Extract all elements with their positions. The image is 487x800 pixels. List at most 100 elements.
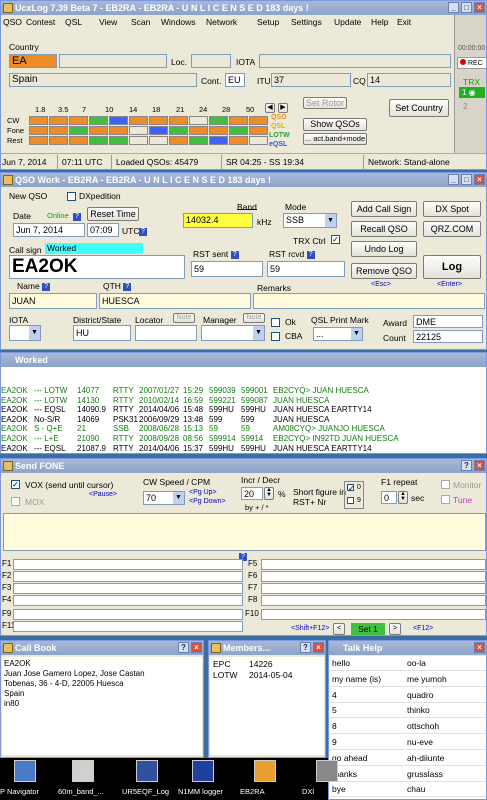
close-icon[interactable]: × [474,2,485,13]
band-cell[interactable] [129,126,148,135]
worked-row[interactable]: EA2OK --- EQSL 21087.9 RTTY 2014/04/06 15:37 5… [1,444,486,453]
incr-stepper-icon[interactable]: ▲ ▼ [264,487,274,500]
set-indicator[interactable]: Set 1 [351,623,385,635]
set-rotor-button[interactable]: Set Rotor [303,97,347,109]
prefix-extra-field[interactable] [59,54,167,68]
show-qsos-button[interactable]: Show QSOs [303,118,367,131]
fkey-field-f9[interactable] [13,609,243,620]
menu-item-setup[interactable]: Setup [257,17,279,27]
menu-item-qso[interactable]: QSO [3,17,22,27]
band-cell[interactable] [29,116,48,125]
fkey-field-f11[interactable] [13,621,243,632]
next-band-arrow-icon[interactable]: ▶ [278,103,288,113]
dropdown-arrow-icon[interactable]: ▼ [351,328,362,340]
menu-item-windows[interactable]: Windows [161,17,195,27]
band-cell[interactable] [109,126,128,135]
close-icon[interactable]: × [474,642,485,653]
band-cell[interactable] [169,116,188,125]
f1-repeat-field[interactable]: 0 [381,491,397,504]
time-field[interactable]: 07:09 [87,223,119,237]
worked-titlebar[interactable]: Worked [1,353,486,367]
cq-field[interactable]: 14 [367,73,451,87]
worked-row[interactable]: EA2OK --- EQSL 14090.9 RTTY 2014/04/06 15:48 5… [1,405,486,414]
recall-qso-button[interactable]: Recall QSO [351,221,417,237]
itu-field[interactable]: 37 [271,73,351,87]
add-call-sign-button[interactable]: Add Call Sign [351,201,417,217]
prev-band-arrow-icon[interactable]: ◀ [265,103,275,113]
short-figure-checkbox-1[interactable]: ✓ [347,484,355,493]
desktop-app-icon[interactable] [72,760,94,782]
band-cell[interactable] [49,116,68,125]
vox-checkbox[interactable]: ✓ [11,480,20,489]
fkey-field-f6[interactable] [261,571,486,582]
members-titlebar[interactable]: Members...? × [209,641,325,655]
help-icon[interactable]: ? [300,642,311,653]
menu-item-scan[interactable]: Scan [131,17,150,27]
band-cell[interactable] [249,136,268,145]
loc-field[interactable] [191,54,231,68]
desktop-app-icon[interactable] [192,760,214,782]
name-field[interactable]: JUAN [9,293,97,309]
band-cell[interactable] [189,126,208,135]
rec-button[interactable]: REC [457,57,486,69]
band-cell[interactable] [129,136,148,145]
qsl-print-mark-select[interactable]: ... ▼ [313,327,363,341]
band-cell[interactable] [149,126,168,135]
maximize-icon[interactable]: □ [461,2,472,13]
iota-main-field[interactable] [259,54,451,68]
menu-item-contest[interactable]: Contest [26,17,55,27]
menu-item-network[interactable]: Network [206,17,237,27]
reset-time-button[interactable]: Reset Time [87,207,139,221]
band-cell[interactable] [189,116,208,125]
band-cell[interactable] [69,126,88,135]
manager-select[interactable]: ▼ [201,325,265,341]
log-button[interactable]: Log [423,255,481,279]
desktop-app-icon[interactable] [136,760,158,782]
close-icon[interactable]: × [313,642,324,653]
trx1-select[interactable]: 1 ◉ [459,87,485,98]
locator-field[interactable] [135,325,197,341]
fone-text-area[interactable] [3,513,486,551]
short-figure-checkbox-2[interactable] [347,497,354,504]
fkey-field-f10[interactable] [261,609,486,620]
band-cell[interactable] [69,136,88,145]
cba-checkbox[interactable] [271,332,280,341]
band-cell[interactable] [129,116,148,125]
band-cell[interactable] [69,116,88,125]
cw-speed-select[interactable]: 70 ▼ [143,491,185,505]
iota-select[interactable]: ▼ [9,325,41,341]
band-cell[interactable] [249,126,268,135]
band-cell[interactable] [189,136,208,145]
date-field[interactable]: Jun 7, 2014 [13,223,85,237]
band-cell[interactable] [169,126,188,135]
band-cell[interactable] [149,136,168,145]
qso-titlebar[interactable]: QSO Work - EB2RA - EB2RA - U N L I C E N… [1,173,486,187]
undo-log-button[interactable]: Undo Log [351,241,417,257]
dxpedition-checkbox[interactable] [67,192,76,201]
set-country-button[interactable]: Set Country [389,99,449,117]
desktop-app-icon[interactable] [14,760,36,782]
band-cell[interactable] [229,136,248,145]
prev-set-arrow-icon[interactable]: < [333,623,345,635]
worked-row[interactable]: EA2OK --- LOTW 14130 RTTY 2010/02/14 16:59 599… [1,396,486,405]
band-cell[interactable] [89,126,108,135]
band-cell[interactable] [229,126,248,135]
tune-checkbox[interactable] [441,495,450,504]
act-band-mode-button[interactable]: ... act.band+mode [303,133,367,145]
menu-item-view[interactable]: View [99,17,117,27]
help-icon[interactable]: ? [178,642,189,653]
menu-item-exit[interactable]: Exit [397,17,411,27]
qth-field[interactable]: HUESCA [99,293,251,309]
band-cell[interactable] [229,116,248,125]
close-icon[interactable]: × [191,642,202,653]
monitor-checkbox[interactable] [441,480,450,489]
fkey-field-f4[interactable] [13,595,243,606]
fone-titlebar[interactable]: Send FONE ? × [1,459,486,473]
worked-row[interactable]: EA2OK S - Q+E 21 SSB 2008/06/28 15:13 59 59 AM08… [1,424,486,433]
dropdown-arrow-icon[interactable]: ▼ [29,326,40,340]
worked-row[interactable]: EA2OK --- LOTW 14077 RTTY 2007/01/27 15:29 599… [1,386,486,395]
help-icon[interactable]: ? [73,211,81,221]
band-cell[interactable] [209,116,228,125]
main-titlebar[interactable]: UcxLog 7.39 Beta 7 - EB2RA - EB2RA - U N… [1,1,486,15]
rst-sent-field[interactable]: 59 [191,261,263,277]
